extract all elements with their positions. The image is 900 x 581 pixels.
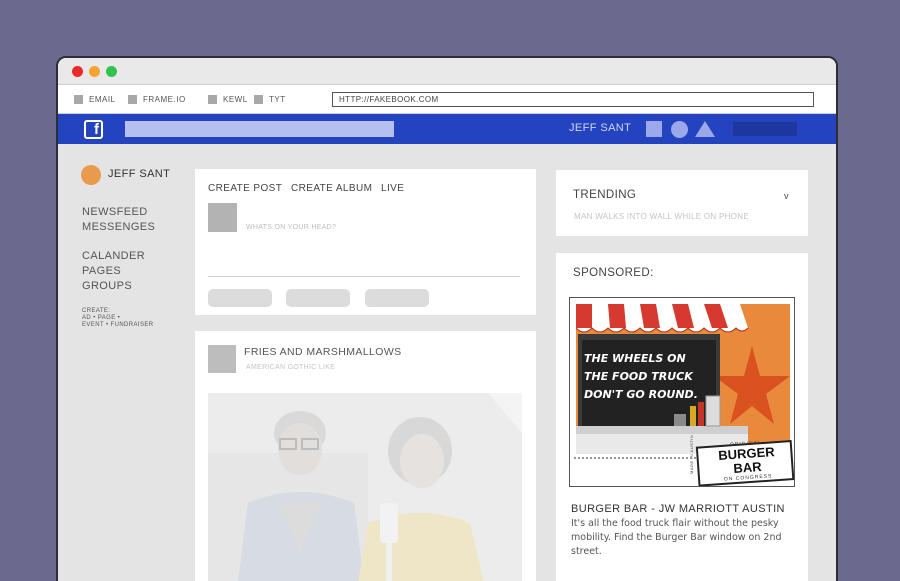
post-author[interactable]: FRIES AND MARSHMALLOWS xyxy=(244,346,402,358)
ad-headline-line-1: THE WHEELS ON xyxy=(584,352,686,365)
ad-image[interactable]: THE WHEELS ON THE FOOD TRUCK DON'T GO RO… xyxy=(569,297,795,487)
maximize-window-button[interactable] xyxy=(106,66,117,77)
sidebar-user-name[interactable]: JEFF SANT xyxy=(108,168,170,180)
ad-description: It's all the food truck flair without th… xyxy=(571,518,782,557)
bookmark-tyt[interactable]: TYT xyxy=(254,94,286,104)
sidebar-item-pages[interactable]: PAGES xyxy=(82,264,121,279)
post-avatar[interactable] xyxy=(208,345,236,373)
ad-headline-line-2: THE FOOD TRUCK xyxy=(584,370,693,383)
square-icon[interactable] xyxy=(646,121,662,137)
ad-title[interactable]: BURGER BAR - JW MARRIOTT AUSTIN xyxy=(571,503,785,515)
create-label: CREATE: xyxy=(82,308,111,314)
composer-divider xyxy=(208,276,520,277)
tab-create-album[interactable]: CREATE ALBUM xyxy=(291,183,372,194)
title-bar xyxy=(58,58,836,84)
sidebar-item-calander[interactable]: CALANDER xyxy=(82,249,145,264)
circle-icon[interactable] xyxy=(671,121,688,138)
bookmark-label: KEWL xyxy=(223,94,248,104)
bookmark-icon xyxy=(74,94,83,104)
bookmark-email[interactable]: EMAIL xyxy=(74,94,116,104)
composer-action-button-1[interactable] xyxy=(208,289,272,307)
navbar-action-button[interactable] xyxy=(733,122,797,136)
chevron-down-icon[interactable]: v xyxy=(784,191,789,201)
bookmark-kewl[interactable]: KEWL xyxy=(208,94,248,104)
composer-action-button-2[interactable] xyxy=(286,289,350,307)
close-window-button[interactable] xyxy=(72,66,83,77)
bookmark-icon xyxy=(254,94,263,104)
navbar-user-name[interactable]: JEFF SANT xyxy=(569,122,631,134)
burger-bar-logo: ORIGINAL BURGER BAR ON CONGRESS xyxy=(702,438,793,484)
trending-card xyxy=(556,170,808,236)
facebook-logo-icon[interactable]: f xyxy=(84,120,103,139)
ad-headline: THE WHEELS ON THE FOOD TRUCK DON'T GO RO… xyxy=(584,350,698,404)
trending-item[interactable]: MAN WALKS INTO WALL WHILE ON PHONE xyxy=(574,212,749,221)
trending-title: TRENDING xyxy=(573,189,637,201)
bookmarks-toolbar: EMAIL FRAME.IO KEWL TYT HTTP://FAKEBOOK.… xyxy=(58,84,836,114)
bookmark-label: TYT xyxy=(269,94,286,104)
avatar[interactable] xyxy=(81,165,101,185)
post-subtitle: AMERICAN GOTHIC LIKE xyxy=(246,364,336,371)
post-photo[interactable] xyxy=(208,393,522,581)
sidebar-item-groups[interactable]: GROUPS xyxy=(82,279,132,294)
search-input[interactable] xyxy=(125,121,394,137)
ad-headline-line-3: DON'T GO ROUND. xyxy=(584,388,698,401)
create-links-row-1[interactable]: AD • PAGE • xyxy=(82,315,120,322)
create-links-row-2[interactable]: EVENT • FUNDRAISER xyxy=(82,322,154,329)
sponsored-title: SPONSORED: xyxy=(573,267,654,279)
composer-avatar xyxy=(208,203,237,232)
bookmark-frameio[interactable]: FRAME.IO xyxy=(128,94,186,104)
tab-live[interactable]: LIVE xyxy=(381,183,404,194)
composer-input[interactable]: WHATS ON YOUR HEAD? xyxy=(246,224,336,231)
couple-photo-illustration xyxy=(208,393,522,581)
address-bar[interactable]: HTTP://FAKEBOOK.COM xyxy=(332,92,814,107)
bookmark-label: FRAME.IO xyxy=(143,94,186,104)
logo-side-text: MADE IN AUSTIN xyxy=(689,434,694,474)
bookmark-icon xyxy=(208,94,217,104)
site-navbar: f JEFF SANT xyxy=(58,114,836,144)
sidebar-item-messenges[interactable]: MESSENGES xyxy=(82,220,155,235)
sidebar-item-newsfeed[interactable]: NEWSFEED xyxy=(82,205,148,220)
tab-create-post[interactable]: CREATE POST xyxy=(208,183,282,194)
composer-action-button-3[interactable] xyxy=(365,289,429,307)
minimize-window-button[interactable] xyxy=(89,66,100,77)
bookmark-label: EMAIL xyxy=(89,94,116,104)
bookmark-icon xyxy=(128,94,137,104)
triangle-icon[interactable] xyxy=(695,121,715,137)
